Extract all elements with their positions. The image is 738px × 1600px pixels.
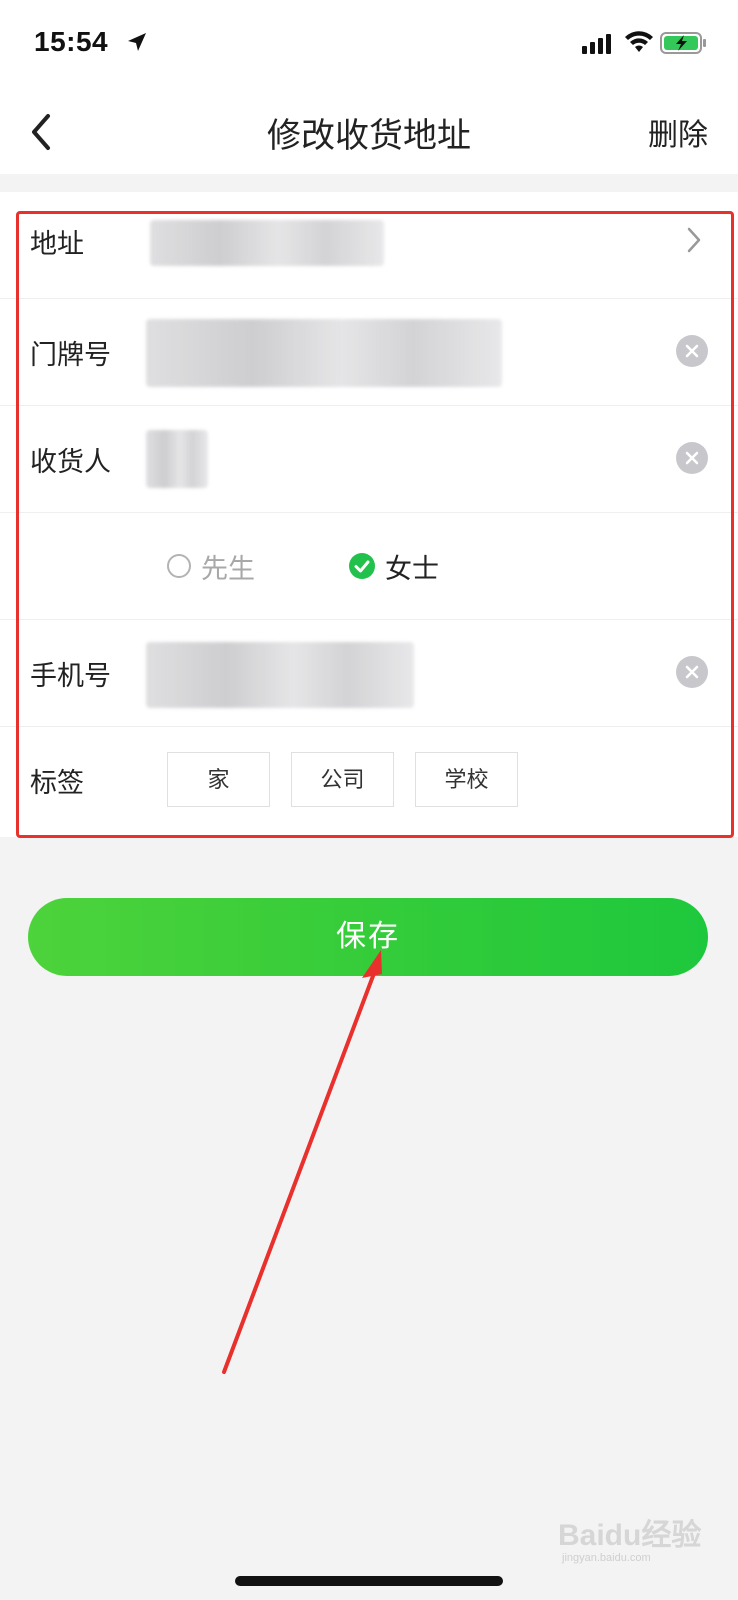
- address-label: 地址: [30, 229, 84, 260]
- tags-row: 标签 家 公司 学校: [0, 727, 738, 834]
- doorplate-input[interactable]: [146, 319, 502, 387]
- gender-label-mr: 先生: [201, 553, 255, 585]
- status-bar: 15:54: [0, 0, 738, 90]
- receiver-input[interactable]: [146, 430, 208, 488]
- cellular-signal-icon: [582, 34, 611, 54]
- nav-bar: 修改收货地址 删除: [0, 90, 738, 174]
- clear-icon[interactable]: [676, 442, 708, 474]
- watermark-sub: jingyan.baidu.com: [562, 1552, 651, 1564]
- radio-checked-icon: [349, 553, 375, 579]
- address-form: 地址 门牌号 收货人 先生 女士 手机号 标签 家 公司 学校: [0, 192, 738, 837]
- gender-option-ms[interactable]: 女士: [349, 549, 439, 585]
- clear-icon[interactable]: [676, 656, 708, 688]
- chevron-right-icon: [687, 227, 701, 253]
- phone-input[interactable]: [146, 642, 414, 708]
- status-time: 15:54: [34, 26, 109, 57]
- tag-school-button[interactable]: 学校: [415, 752, 518, 807]
- tags-label: 标签: [30, 768, 84, 799]
- home-indicator[interactable]: [235, 1576, 503, 1586]
- watermark-brand: Baidu经验: [558, 1519, 702, 1552]
- phone-row: 手机号: [0, 620, 738, 727]
- wifi-icon: [625, 31, 653, 52]
- gender-option-mr[interactable]: 先生: [167, 549, 255, 585]
- baidu-jingyan-watermark: Baidu经验 jingyan.baidu.com: [558, 1510, 718, 1570]
- gender-label-ms: 女士: [385, 553, 439, 585]
- delete-button[interactable]: 删除: [648, 110, 708, 154]
- doorplate-row: 门牌号: [0, 299, 738, 406]
- location-arrow-icon: [128, 33, 146, 51]
- phone-label: 手机号: [30, 661, 111, 692]
- page-title: 修改收货地址: [267, 116, 471, 156]
- clear-icon[interactable]: [676, 335, 708, 367]
- receiver-row: 收货人: [0, 406, 738, 513]
- address-row[interactable]: 地址: [0, 192, 738, 299]
- radio-unchecked-icon: [167, 554, 191, 578]
- doorplate-label: 门牌号: [30, 340, 111, 371]
- gender-row: 先生 女士: [0, 513, 738, 620]
- receiver-label: 收货人: [30, 447, 111, 478]
- save-button[interactable]: 保存: [28, 898, 708, 976]
- tag-company-button[interactable]: 公司: [291, 752, 394, 807]
- address-value-redacted: [150, 220, 384, 266]
- battery-charging-icon: [660, 32, 706, 54]
- tag-home-button[interactable]: 家: [167, 752, 270, 807]
